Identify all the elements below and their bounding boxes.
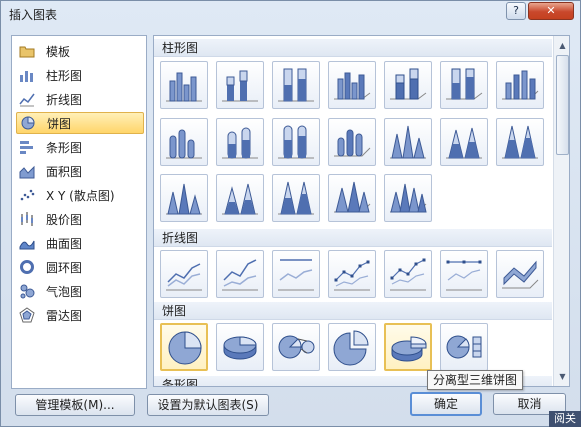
- scroll-up-arrow-icon[interactable]: ▲: [555, 38, 569, 53]
- chart-thumb-100-stacked-cone[interactable]: [496, 118, 544, 166]
- scrollbar-thumb[interactable]: [556, 55, 569, 155]
- chart-thumb-clustered-column[interactable]: [160, 61, 208, 109]
- section-header-column: 柱形图: [154, 39, 552, 57]
- nav-item-bubble[interactable]: 气泡图: [16, 280, 144, 302]
- chart-thumb-pie-of-pie[interactable]: [272, 323, 320, 371]
- nav-item-label: 圆环图: [46, 260, 83, 275]
- manage-templates-button[interactable]: 管理模板(M)...: [15, 394, 135, 416]
- chart-thumb-3d-line[interactable]: [496, 250, 544, 298]
- section-header-line: 折线图: [154, 229, 552, 247]
- chart-thumb-stacked-cone[interactable]: [440, 118, 488, 166]
- chart-type-list: 模板 柱形图 折线图 饼图 条形图 面积图 X Y (散点图) 股价图 曲面图 …: [11, 35, 147, 389]
- radar-chart-icon: [19, 307, 35, 323]
- chart-gallery: 柱形图 折线图 饼图 条形图 ▲ ▼: [153, 35, 570, 387]
- chart-thumb-line[interactable]: [160, 250, 208, 298]
- chart-thumb-3d-pyramid-alt[interactable]: [384, 174, 432, 222]
- nav-item-label: 面积图: [46, 164, 83, 179]
- close-button[interactable]: ✕: [528, 2, 574, 20]
- nav-item-pie[interactable]: 饼图: [16, 112, 144, 134]
- dialog-title: 插入图表: [9, 8, 58, 22]
- line-chart-icon: [19, 91, 35, 107]
- nav-item-surface[interactable]: 曲面图: [16, 232, 144, 254]
- scatter-chart-icon: [19, 187, 35, 203]
- nav-item-label: 模板: [46, 44, 71, 59]
- chart-thumb-clustered-pyramid[interactable]: [160, 174, 208, 222]
- pie-chart-icon: [20, 115, 36, 131]
- chart-thumb-3d-stacked-column[interactable]: [384, 61, 432, 109]
- chart-thumb-stacked-line[interactable]: [216, 250, 264, 298]
- nav-item-label: 气泡图: [46, 284, 83, 299]
- chart-thumb-3d-100-stacked-column[interactable]: [440, 61, 488, 109]
- help-button[interactable]: ?: [506, 2, 526, 20]
- chart-thumb-pie[interactable]: [160, 323, 208, 371]
- chart-thumb-3d-cylinder[interactable]: [328, 118, 376, 166]
- chart-thumb-clustered-cylinder[interactable]: [160, 118, 208, 166]
- chart-thumb-100-stacked-cylinder[interactable]: [272, 118, 320, 166]
- chart-thumb-clustered-cone[interactable]: [384, 118, 432, 166]
- doughnut-chart-icon: [19, 259, 35, 275]
- chart-thumb-stacked-pyramid[interactable]: [216, 174, 264, 222]
- nav-item-column[interactable]: 柱形图: [16, 64, 144, 86]
- nav-item-templates[interactable]: 模板: [16, 40, 144, 62]
- chart-thumb-line-markers[interactable]: [328, 250, 376, 298]
- set-default-chart-button[interactable]: 设置为默认图表(S): [147, 394, 269, 416]
- nav-item-area[interactable]: 面积图: [16, 160, 144, 182]
- gallery-scrollbar[interactable]: ▲ ▼: [553, 36, 569, 386]
- chart-thumb-exploded-pie[interactable]: [328, 323, 376, 371]
- chart-thumb-stacked-column[interactable]: [216, 61, 264, 109]
- nav-item-doughnut[interactable]: 圆环图: [16, 256, 144, 278]
- nav-item-label: 股价图: [46, 212, 83, 227]
- nav-item-line[interactable]: 折线图: [16, 88, 144, 110]
- area-chart-icon: [19, 163, 35, 179]
- scroll-down-arrow-icon[interactable]: ▼: [555, 369, 569, 384]
- stock-chart-icon: [19, 211, 35, 227]
- nav-item-label: 条形图: [46, 140, 83, 155]
- chart-thumb-stacked-line-markers[interactable]: [384, 250, 432, 298]
- nav-item-stock[interactable]: 股价图: [16, 208, 144, 230]
- chart-thumb-3d-clustered-column[interactable]: [328, 61, 376, 109]
- nav-item-label: 折线图: [46, 92, 83, 107]
- nav-item-scatter[interactable]: X Y (散点图): [16, 184, 144, 206]
- nav-item-label: 饼图: [47, 116, 72, 131]
- bubble-chart-icon: [19, 283, 35, 299]
- chart-thumb-100-stacked-line[interactable]: [272, 250, 320, 298]
- ok-button[interactable]: 确定: [410, 392, 482, 416]
- nav-item-label: X Y (散点图): [46, 188, 115, 203]
- chart-thumb-exploded-3d-pie[interactable]: [384, 323, 432, 371]
- nav-item-bar[interactable]: 条形图: [16, 136, 144, 158]
- chart-thumb-3d-column[interactable]: [496, 61, 544, 109]
- chart-thumb-100-stacked-column[interactable]: [272, 61, 320, 109]
- chart-type-tooltip: 分离型三维饼图: [427, 370, 524, 390]
- section-header-pie: 饼图: [154, 302, 552, 320]
- nav-item-label: 柱形图: [46, 68, 83, 83]
- corner-label: 阅关: [549, 411, 581, 427]
- surface-chart-icon: [19, 235, 35, 251]
- bar-chart-icon: [19, 139, 35, 155]
- nav-item-label: 曲面图: [46, 236, 83, 251]
- chart-thumb-100-stacked-pyramid[interactable]: [272, 174, 320, 222]
- chart-thumb-3d-pyramid[interactable]: [328, 174, 376, 222]
- chart-thumb-100-stacked-line-markers[interactable]: [440, 250, 488, 298]
- nav-item-radar[interactable]: 雷达图: [16, 304, 144, 326]
- folder-icon: [19, 43, 35, 59]
- insert-chart-dialog: 插入图表 ? ✕ 模板 柱形图 折线图 饼图 条形图 面积图 X Y (散点图)…: [0, 0, 581, 427]
- title-bar: 插入图表 ? ✕: [1, 1, 580, 25]
- column-chart-icon: [19, 67, 35, 83]
- chart-thumb-bar-of-pie[interactable]: [440, 323, 488, 371]
- chart-thumb-stacked-cylinder[interactable]: [216, 118, 264, 166]
- chart-thumb-3d-pie[interactable]: [216, 323, 264, 371]
- nav-item-label: 雷达图: [46, 308, 83, 323]
